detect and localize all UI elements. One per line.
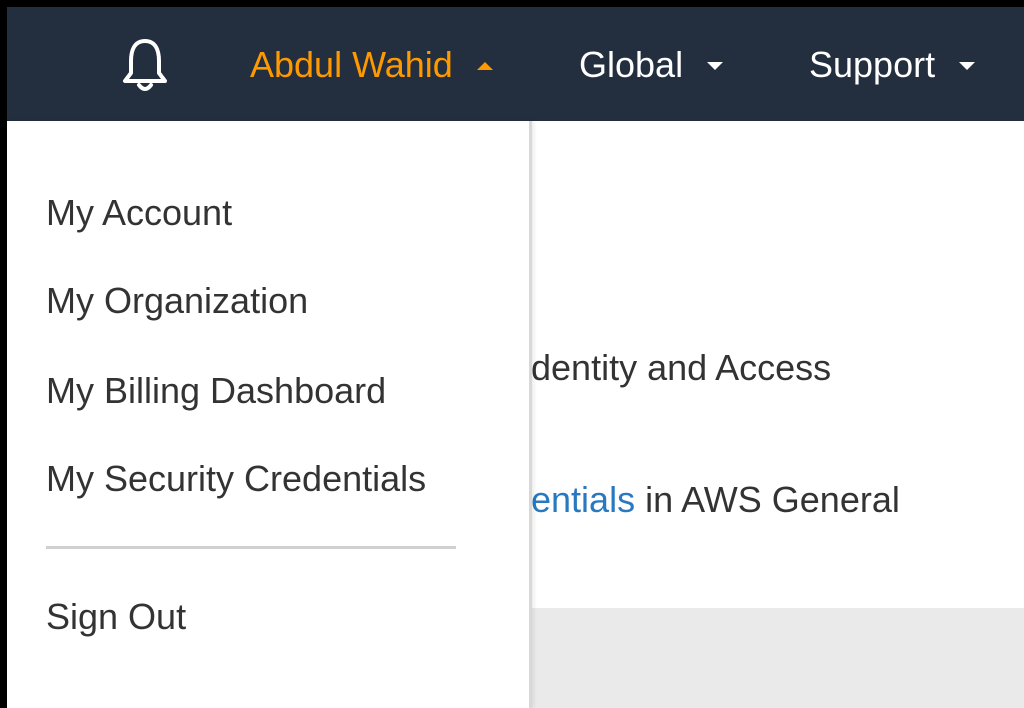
content-text-line: dentity and Access: [531, 347, 832, 388]
region-menu-button[interactable]: Global: [579, 43, 724, 87]
region-label: Global: [579, 44, 684, 85]
menu-item-my-organization[interactable]: My Organization: [46, 279, 308, 323]
sign-out-button[interactable]: Sign Out: [46, 595, 186, 639]
account-menu-button[interactable]: Abdul Wahid: [250, 43, 493, 87]
account-dropdown-menu: My Account My Organization My Billing Da…: [7, 121, 532, 708]
caret-up-icon: [476, 62, 493, 70]
caret-down-icon: [707, 62, 724, 70]
top-navigation-bar: Abdul Wahid Global Support: [7, 7, 1024, 121]
account-name-label: Abdul Wahid: [250, 44, 453, 85]
support-menu-button[interactable]: Support: [809, 43, 976, 87]
page-frame: Abdul Wahid Global Support dentity and A…: [7, 7, 1024, 708]
menu-divider: [46, 546, 456, 549]
content-text-line: entials in AWS General: [531, 478, 900, 522]
bell-icon[interactable]: [120, 35, 170, 95]
menu-item-my-account[interactable]: My Account: [46, 191, 232, 235]
caret-down-icon: [959, 62, 976, 70]
support-label: Support: [809, 44, 936, 85]
credentials-link[interactable]: entials: [531, 479, 635, 520]
content-text: in AWS General: [635, 479, 900, 520]
menu-item-security-credentials[interactable]: My Security Credentials: [46, 457, 426, 501]
menu-item-billing-dashboard[interactable]: My Billing Dashboard: [46, 369, 386, 413]
